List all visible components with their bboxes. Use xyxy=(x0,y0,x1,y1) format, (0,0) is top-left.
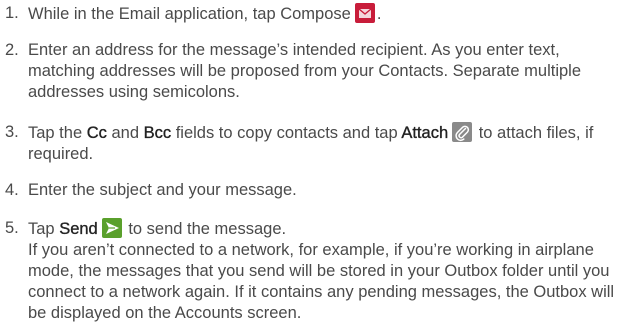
send-icon xyxy=(101,218,122,238)
step-5: 5. Tap Send to send the message. If you … xyxy=(0,218,630,324)
step-text: Enter the subject and your message. xyxy=(28,181,297,199)
step-number: 2. xyxy=(5,41,19,59)
paperclip-icon xyxy=(452,122,473,142)
offline-note: If you aren’t connected to a network, fo… xyxy=(28,241,615,322)
bcc-field-label: Bcc xyxy=(143,124,172,142)
step-2: 2. Enter an address for the message’s in… xyxy=(0,40,630,103)
step-3: 3. Tap the Cc and Bcc fields to copy con… xyxy=(0,122,630,165)
instruction-list: 1. While in the Email application, tap C… xyxy=(0,0,640,330)
step-4: 4. Enter the subject and your message. xyxy=(0,180,630,201)
attach-label: Attach xyxy=(401,124,449,142)
step-text: Enter an address for the message’s inten… xyxy=(28,41,582,101)
cc-field-label: Cc xyxy=(86,124,108,142)
step-1: 1. While in the Email application, tap C… xyxy=(0,3,630,25)
step-number: 5. xyxy=(5,219,19,237)
step-number: 4. xyxy=(5,181,19,199)
step-text: While in the Email application, tap Comp… xyxy=(28,5,351,23)
send-label: Send xyxy=(59,220,98,238)
step-number: 1. xyxy=(5,4,19,22)
compose-icon xyxy=(354,3,375,23)
step-number: 3. xyxy=(5,123,19,141)
